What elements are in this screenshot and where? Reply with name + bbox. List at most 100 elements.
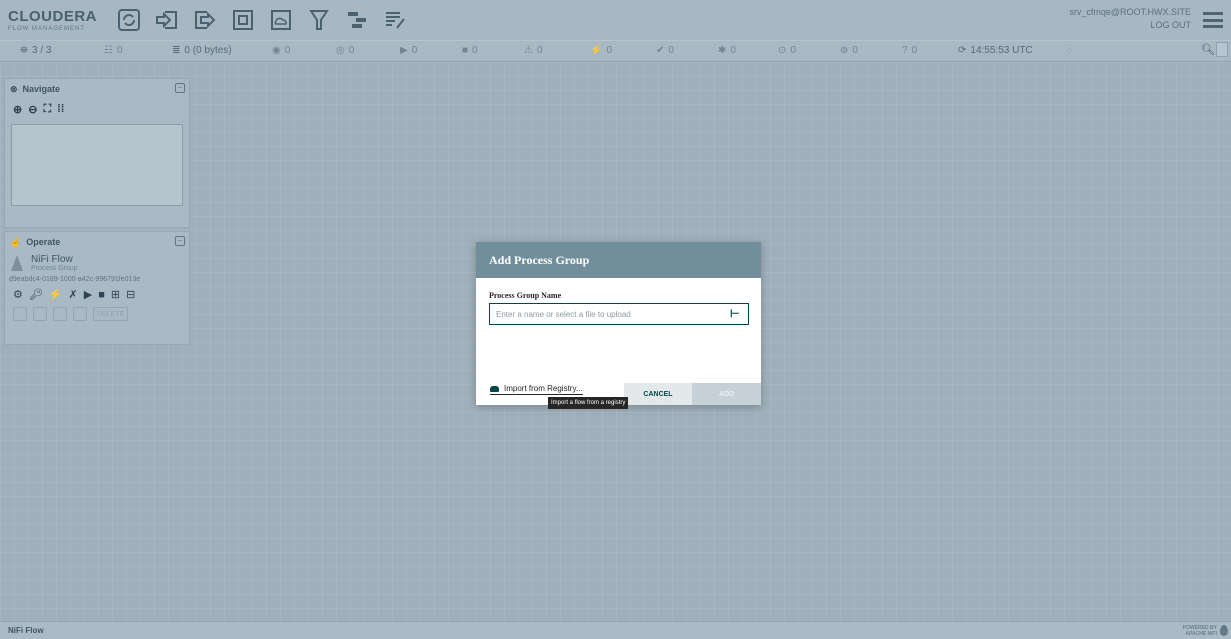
- modified-stale-icon: ⊚: [840, 45, 849, 56]
- collapse-icon[interactable]: −: [175, 236, 185, 246]
- sync-failure-status: ? 0: [902, 45, 918, 56]
- locally-modified-status: ✱ 0: [718, 45, 736, 56]
- modified-stale-status: ⊚ 0: [840, 45, 858, 56]
- import-link-label: Import from Registry...: [504, 384, 583, 393]
- not-transmitting-icon: ◎: [336, 45, 345, 56]
- operate-actions-row-1: ⚙ 🔑︎ ⚡ ✗ ▶ ■ ⊞ ⊟: [5, 285, 189, 304]
- dialog-title: Add Process Group: [476, 242, 761, 278]
- hand-icon: ☝: [10, 236, 22, 247]
- check-icon: ✔: [656, 45, 665, 56]
- import-from-registry-link[interactable]: Import from Registry...: [490, 384, 583, 395]
- question-icon: ?: [902, 45, 908, 56]
- navigate-palette: ⊗ Navigate − ⊕ ⊖ ⛶ ⁞⁞: [4, 78, 190, 228]
- collapse-icon[interactable]: −: [175, 83, 185, 93]
- disabled-status: ⚡ 0: [590, 45, 613, 56]
- upload-template-icon[interactable]: ⊟: [126, 288, 135, 301]
- cancel-button[interactable]: CANCEL: [624, 383, 692, 405]
- selection-name: NiFi Flow: [31, 254, 73, 265]
- cluster-icon: ⛯: [20, 45, 28, 56]
- policy-icon[interactable]: 🔑︎: [29, 288, 43, 301]
- remote-process-group-icon[interactable]: [268, 7, 294, 33]
- zoom-in-icon[interactable]: ⊕: [13, 103, 22, 116]
- output-port-icon[interactable]: [192, 7, 218, 33]
- running-status: ▶ 0: [400, 45, 418, 56]
- disable-icon[interactable]: ✗: [69, 288, 78, 301]
- not-transmitting-status: ◎ 0: [336, 45, 355, 56]
- breadcrumb-bar: NiFi Flow POWERED BY APACHE NIFI: [0, 621, 1231, 639]
- active-threads: ☷ 0: [104, 45, 123, 56]
- process-group-name-input[interactable]: Enter a name or select a file to upload …: [489, 303, 749, 325]
- create-template-icon[interactable]: ⊞: [111, 288, 120, 301]
- bulletin-board-button[interactable]: [1216, 42, 1228, 57]
- processor-icon[interactable]: [116, 7, 142, 33]
- add-process-group-dialog: Add Process Group Process Group Name Ent…: [476, 242, 761, 405]
- label-icon[interactable]: [382, 7, 408, 33]
- logo: CLOUDERA FLOW MANAGEMENT: [8, 9, 108, 32]
- queue-icon: ≣: [172, 45, 181, 56]
- start-icon[interactable]: ▶: [84, 288, 92, 301]
- warning-icon: ⚠: [524, 45, 533, 56]
- funnel-icon[interactable]: [306, 7, 332, 33]
- refresh-status[interactable]: ⟳ 14:55:53 UTC: [958, 45, 1033, 56]
- powered-by: POWERED BY APACHE NIFI: [1182, 625, 1217, 637]
- group-icon[interactable]: [53, 307, 67, 321]
- birdseye-view[interactable]: [11, 124, 183, 206]
- delete-button[interactable]: DELETE: [93, 307, 129, 321]
- zoom-out-icon[interactable]: ⊖: [28, 103, 37, 116]
- invalid-status: ⚠ 0: [524, 45, 543, 56]
- operate-title: Operate: [26, 237, 61, 247]
- operate-header[interactable]: ☝ Operate: [5, 232, 189, 252]
- component-toolbar: [116, 7, 408, 33]
- upload-file-icon[interactable]: ⊢: [730, 307, 744, 321]
- logo-subtitle: FLOW MANAGEMENT: [8, 25, 86, 32]
- compass-icon: ⊗: [10, 83, 18, 94]
- spinner-icon: ◌: [1066, 45, 1072, 56]
- flow-status-bar: ⛯ 3 / 3 ☷ 0 ≣ 0 (0 bytes) ◉ 0 ◎ 0 ▶ 0 ■ 0 ⚠ 0 ⚡ 0…: [0, 40, 1231, 62]
- process-group-name-label: Process Group Name: [489, 291, 562, 300]
- nifi-logo-icon: [1220, 625, 1228, 636]
- refresh-icon[interactable]: ⟳: [958, 45, 966, 56]
- transmitting-status: ◉ 0: [272, 45, 291, 56]
- enable-icon[interactable]: ⚡: [49, 288, 63, 301]
- transmitting-icon: ◉: [272, 45, 281, 56]
- input-port-icon[interactable]: [154, 7, 180, 33]
- stopped-status: ■ 0: [462, 45, 478, 56]
- navigate-toolbar: ⊕ ⊖ ⛶ ⁞⁞: [5, 99, 189, 120]
- process-group-icon[interactable]: [230, 7, 256, 33]
- stop-icon[interactable]: ■: [98, 289, 105, 301]
- import-tooltip: Import a flow from a registry: [548, 397, 629, 409]
- selection-info: NiFi Flow Process Group: [5, 252, 189, 274]
- delete-label: DELETE: [97, 310, 125, 318]
- actual-size-icon[interactable]: ⁞⁞: [57, 103, 64, 116]
- up-to-date-status: ✔ 0: [656, 45, 674, 56]
- selection-type: Process Group: [31, 265, 78, 272]
- stale-icon: ⊙: [778, 45, 787, 56]
- breadcrumb-root[interactable]: NiFi Flow: [8, 626, 44, 635]
- search-icon[interactable]: 🔍︎: [1201, 43, 1215, 57]
- color-icon[interactable]: [73, 307, 87, 321]
- cloud-icon: [490, 385, 499, 392]
- nifi-drop-icon: [11, 255, 23, 271]
- stale-status: ⊙ 0: [778, 45, 796, 56]
- configure-icon[interactable]: ⚙: [13, 288, 23, 301]
- queued-status: ≣ 0 (0 bytes): [172, 45, 232, 56]
- copy-icon[interactable]: [13, 307, 27, 321]
- fit-icon[interactable]: ⛶: [43, 103, 51, 116]
- template-icon[interactable]: [344, 7, 370, 33]
- paste-icon[interactable]: [33, 307, 47, 321]
- add-button[interactable]: ADD: [692, 383, 761, 405]
- asterisk-icon: ✱: [718, 45, 727, 56]
- operate-actions-row-2: DELETE: [5, 304, 189, 324]
- selection-id: d9eabdc4-0189-1000-a42c-996791fe013e: [9, 276, 141, 283]
- user-area: srv_cfmqe@ROOT.HWX.SITE LOG OUT: [1069, 6, 1191, 32]
- disabled-icon: ⚡: [590, 45, 603, 56]
- current-user: srv_cfmqe@ROOT.HWX.SITE: [1069, 7, 1191, 17]
- cluster-status: ⛯ 3 / 3: [20, 45, 52, 56]
- global-menu-button[interactable]: [1203, 12, 1223, 28]
- navigate-header[interactable]: ⊗ Navigate: [5, 79, 189, 99]
- logout-link[interactable]: LOG OUT: [1069, 19, 1191, 32]
- stop-icon: ■: [462, 45, 469, 56]
- threads-icon: ☷: [104, 45, 113, 56]
- logo-text: CLOUDERA: [8, 7, 97, 25]
- play-icon: ▶: [400, 45, 408, 56]
